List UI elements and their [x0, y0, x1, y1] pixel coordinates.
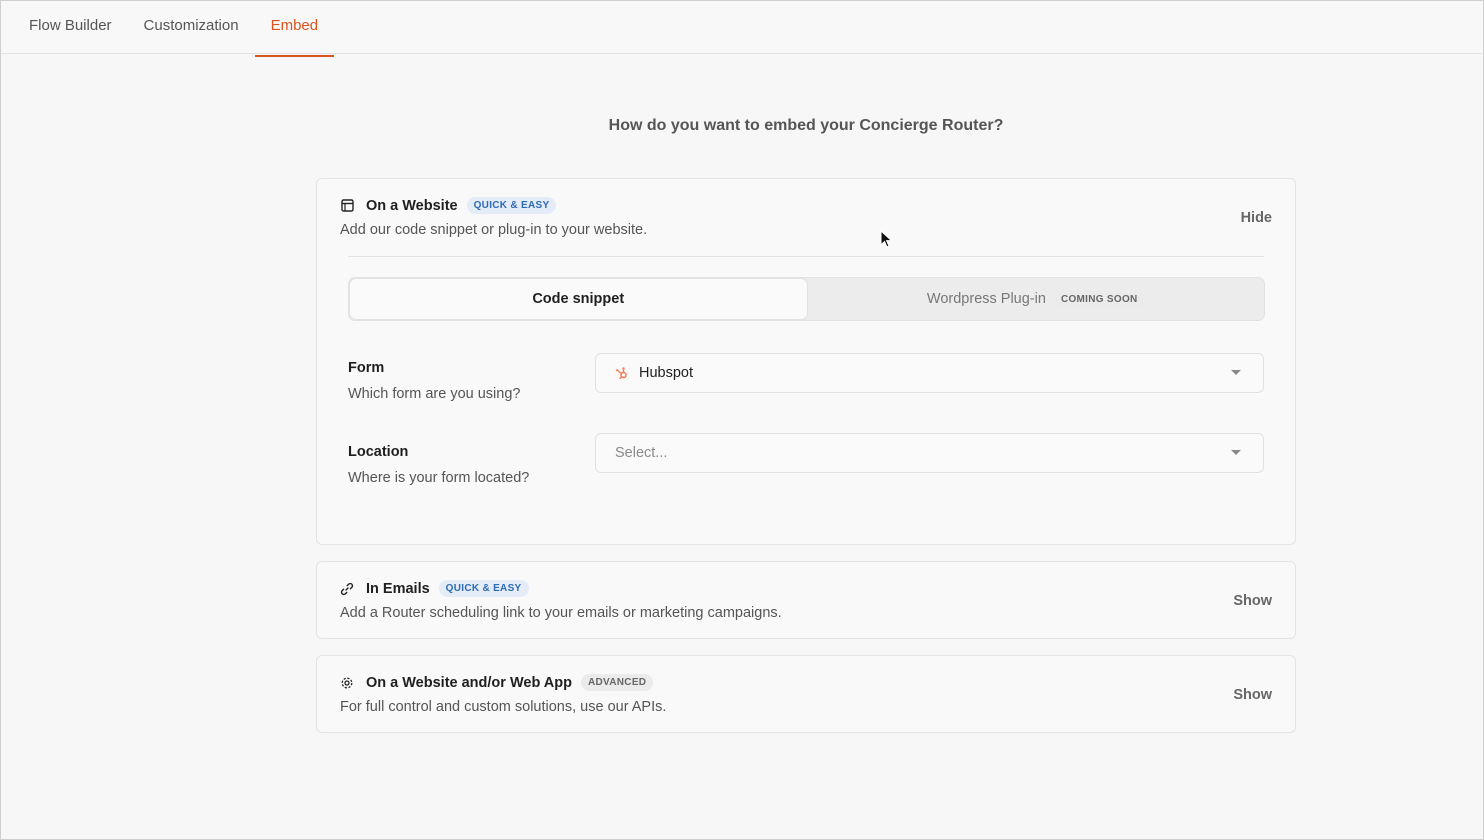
form-field-label: Form	[348, 360, 385, 376]
divider	[348, 256, 1264, 257]
location-field-help: Where is your form located?	[348, 470, 530, 486]
code-snippet-label: Code snippet	[532, 291, 625, 307]
top-tab-bar: Flow Builder Customization Embed	[1, 0, 1483, 57]
quick-easy-badge: QUICK & EASY	[466, 197, 557, 214]
mouse-pointer-icon	[880, 230, 893, 248]
wordpress-plugin-tab[interactable]: Wordpress Plug-in COMING SOON	[808, 278, 1265, 320]
chevron-down-icon	[1231, 370, 1241, 375]
location-field-label: Location	[348, 444, 409, 460]
hide-button[interactable]: Hide	[1241, 210, 1272, 226]
embed-option-emails: In Emails QUICK & EASY Add a Router sche…	[316, 561, 1296, 639]
tab-embed[interactable]: Embed	[254, 0, 335, 57]
code-snippet-tab[interactable]: Code snippet	[350, 279, 807, 319]
form-select[interactable]: Hubspot	[595, 353, 1264, 393]
embed-option-advanced: On a Website and/or Web App ADVANCED For…	[316, 655, 1296, 733]
card-title: On a Website and/or Web App	[366, 674, 572, 691]
form-select-value: Hubspot	[639, 365, 694, 381]
card-header: On a Website and/or Web App ADVANCED	[340, 674, 654, 691]
page-heading: How do you want to embed your Concierge …	[608, 117, 1004, 134]
embed-method-selector: Code snippet Wordpress Plug-in COMING SO…	[348, 277, 1265, 321]
card-subtitle: Add our code snippet or plug-in to your …	[340, 222, 648, 238]
show-button[interactable]: Show	[1233, 687, 1272, 703]
advanced-badge: ADVANCED	[580, 674, 654, 691]
form-field-help: Which form are you using?	[348, 386, 521, 402]
quick-easy-badge: QUICK & EASY	[438, 580, 529, 597]
link-icon	[340, 582, 354, 596]
browser-window-icon	[340, 199, 354, 213]
coming-soon-badge: COMING SOON	[1053, 290, 1145, 308]
card-title: On a Website	[366, 197, 458, 214]
wordpress-plugin-label: Wordpress Plug-in	[926, 291, 1046, 307]
embed-option-website: On a Website QUICK & EASY Add our code s…	[316, 178, 1296, 545]
gear-icon	[340, 676, 354, 690]
card-header: In Emails QUICK & EASY	[340, 580, 529, 597]
hubspot-icon	[615, 366, 629, 380]
card-header: On a Website QUICK & EASY	[340, 197, 557, 214]
location-select[interactable]: Select...	[595, 433, 1264, 473]
location-select-placeholder: Select...	[615, 445, 668, 461]
chevron-down-icon	[1231, 450, 1241, 455]
card-subtitle: Add a Router scheduling link to your ema…	[340, 605, 782, 621]
card-title: In Emails	[366, 580, 430, 597]
card-subtitle: For full control and custom solutions, u…	[340, 699, 667, 715]
tab-customization[interactable]: Customization	[128, 0, 255, 53]
show-button[interactable]: Show	[1233, 593, 1272, 609]
tab-flow-builder[interactable]: Flow Builder	[13, 0, 128, 53]
